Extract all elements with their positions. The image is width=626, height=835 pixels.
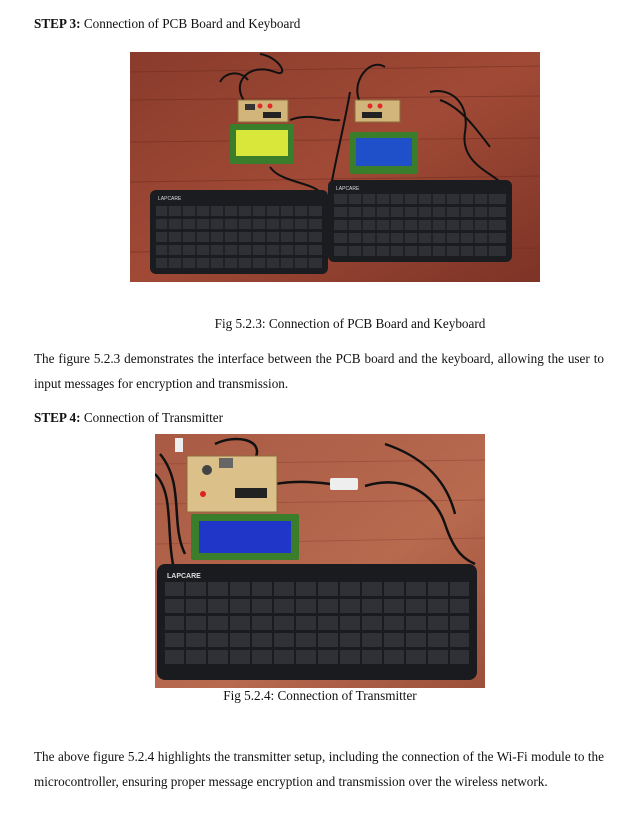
paragraph-figure-5-2-4: The above figure 5.2.4 highlights the tr…	[34, 749, 604, 789]
step4-heading: STEP 4: Connection of Transmitter	[34, 410, 223, 426]
figure-5-2-3-caption: Fig 5.2.3: Connection of PCB Board and K…	[214, 316, 486, 331]
keyboard-brand-2: LAPCARE	[336, 186, 360, 192]
step3-label: STEP 3:	[34, 16, 81, 31]
step3-text: Connection of PCB Board and Keyboard	[80, 16, 301, 31]
paragraph-figure-5-2-3: The figure 5.2.3 demonstrates the interf…	[34, 351, 604, 391]
figure-5-2-4-caption: Fig 5.2.4: Connection of Transmitter	[223, 688, 417, 703]
figure-5-2-4-photo: LAPCARE	[155, 434, 485, 688]
keyboard-brand-1: LAPCARE	[158, 196, 182, 202]
step4-text: Connection of Transmitter	[80, 410, 224, 425]
step3-heading: STEP 3: Connection of PCB Board and Keyb…	[34, 16, 300, 32]
figure-5-2-3-photo: LAPCARE LAPCARE	[130, 52, 540, 282]
step4-label: STEP 4:	[34, 410, 81, 425]
keyboard-brand-3: LAPCARE	[167, 573, 201, 580]
